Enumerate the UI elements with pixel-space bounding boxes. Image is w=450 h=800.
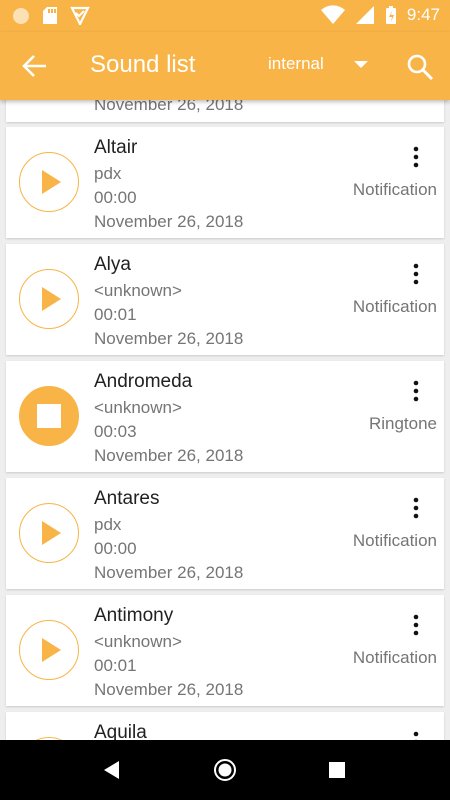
- nav-back-triangle-icon: [104, 761, 119, 779]
- sound-artist: <unknown>: [94, 632, 182, 651]
- sound-list[interactable]: November 26, 2018 Altair pdx 00:00 Novem…: [0, 100, 450, 740]
- sound-duration: 00:00: [94, 539, 137, 558]
- more-vert-icon: [413, 263, 419, 285]
- sound-duration: 00:01: [94, 305, 137, 324]
- sound-duration: 00:00: [94, 188, 137, 207]
- list-item-partial[interactable]: November 26, 2018: [6, 100, 444, 122]
- sound-date: November 26, 2018: [94, 563, 244, 582]
- sound-artist: pdx: [94, 515, 122, 534]
- nav-home-button[interactable]: [213, 758, 237, 787]
- list-item[interactable]: Altair pdx 00:00 November 26, 2018 Notif…: [6, 127, 444, 238]
- sound-name: Andromeda: [94, 371, 193, 392]
- more-options-button[interactable]: [404, 379, 428, 403]
- status-time: 9:47: [406, 5, 440, 24]
- page-title: Sound list: [90, 51, 196, 78]
- list-item[interactable]: Antimony <unknown> 00:01 November 26, 20…: [6, 595, 444, 706]
- more-options-button[interactable]: [404, 145, 428, 169]
- sound-duration: 00:01: [94, 656, 137, 675]
- storage-dropdown[interactable]: internal: [268, 54, 378, 80]
- list-item-partial[interactable]: Aquila: [6, 712, 444, 740]
- list-item[interactable]: Antares pdx 00:00 November 26, 2018 Noti…: [6, 478, 444, 589]
- play-icon: [42, 287, 61, 311]
- sound-name: Antares: [94, 488, 160, 509]
- search-button[interactable]: [404, 51, 436, 83]
- sound-type: Notification: [352, 648, 437, 667]
- more-options-button[interactable]: [404, 613, 428, 637]
- list-item[interactable]: Andromeda <unknown> 00:03 November 26, 2…: [6, 361, 444, 472]
- search-icon: [407, 54, 434, 81]
- storage-selected-value: internal: [268, 54, 324, 73]
- download-check-icon: [70, 6, 90, 25]
- navigation-bar: [0, 740, 450, 800]
- sound-type: Notification: [352, 531, 437, 550]
- status-bar-left: [12, 6, 90, 25]
- sound-name: Alya: [94, 254, 131, 275]
- stop-icon: [37, 404, 61, 428]
- sound-date: November 26, 2018: [94, 100, 244, 114]
- sd-card-icon: [43, 7, 57, 24]
- more-options-button[interactable]: [404, 262, 428, 286]
- app-bar: Sound list internal: [0, 32, 450, 100]
- more-vert-icon: [413, 146, 419, 168]
- nav-back-button[interactable]: [101, 758, 123, 787]
- play-button[interactable]: [19, 503, 79, 563]
- play-icon: [42, 638, 61, 662]
- more-options-button[interactable]: [404, 730, 428, 740]
- sound-type: Ringtone: [368, 414, 437, 433]
- sound-date: November 26, 2018: [94, 680, 244, 699]
- status-bar-right: 9:47: [320, 5, 440, 25]
- nav-recents-button[interactable]: [328, 761, 346, 784]
- list-item[interactable]: Alya <unknown> 00:01 November 26, 2018 N…: [6, 244, 444, 355]
- play-icon: [42, 521, 61, 545]
- sound-name: Aquila: [94, 722, 147, 740]
- back-button[interactable]: [20, 52, 50, 80]
- sound-type: Notification: [352, 180, 437, 199]
- play-icon: [42, 170, 61, 194]
- stop-button[interactable]: [19, 386, 79, 446]
- sound-date: November 26, 2018: [94, 446, 244, 465]
- arrow-back-icon: [22, 55, 46, 77]
- play-button[interactable]: [19, 152, 79, 212]
- sound-date: November 26, 2018: [94, 212, 244, 231]
- sound-date: November 26, 2018: [94, 329, 244, 348]
- status-bar: 9:47: [0, 0, 450, 32]
- more-vert-icon: [413, 380, 419, 402]
- more-vert-icon: [413, 497, 419, 519]
- battery-icon: [385, 6, 396, 24]
- sound-name: Antimony: [94, 605, 174, 626]
- circle-notification-icon: [13, 7, 29, 24]
- sound-duration: 00:03: [94, 422, 137, 441]
- nav-home-circle-icon: [214, 759, 236, 781]
- more-vert-icon: [413, 731, 419, 740]
- sound-type: Notification: [352, 297, 437, 316]
- more-vert-icon: [413, 614, 419, 636]
- dropdown-caret-icon: [354, 61, 368, 68]
- more-options-button[interactable]: [404, 496, 428, 520]
- signal-icon: [355, 6, 374, 24]
- sound-artist: <unknown>: [94, 281, 182, 300]
- sound-artist: pdx: [94, 164, 122, 183]
- sound-artist: <unknown>: [94, 398, 182, 417]
- play-button[interactable]: [19, 269, 79, 329]
- sound-name: Altair: [94, 137, 138, 158]
- wifi-icon: [320, 5, 345, 25]
- play-button[interactable]: [19, 620, 79, 680]
- nav-recents-square-icon: [329, 762, 345, 778]
